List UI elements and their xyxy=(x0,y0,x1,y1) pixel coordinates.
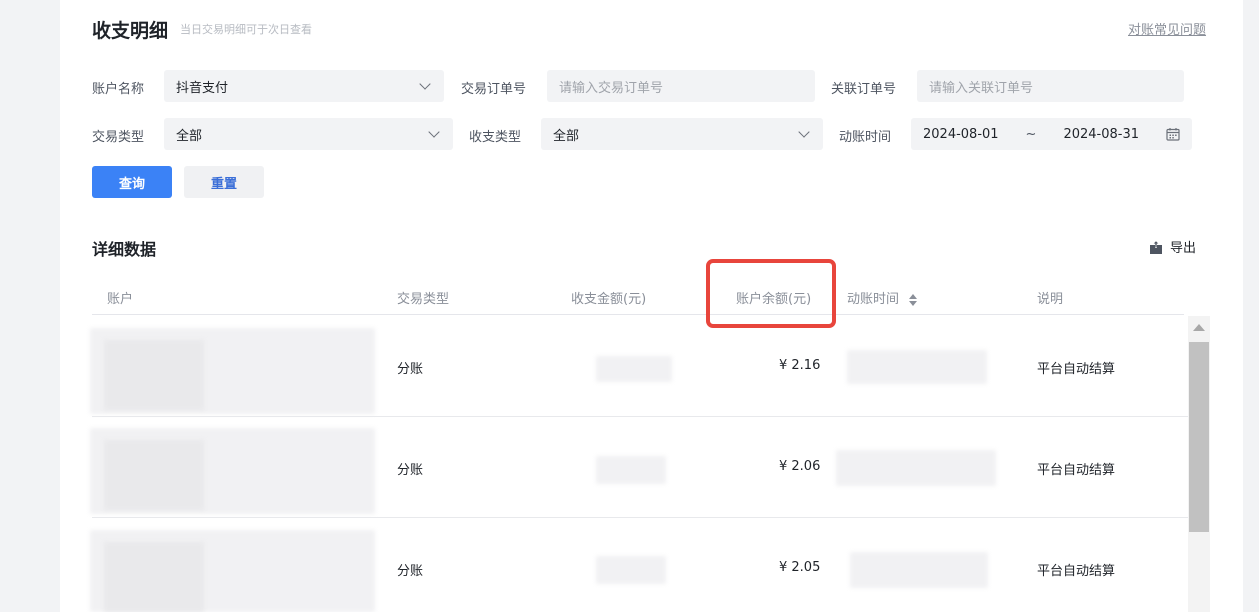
row-trade-type: 分账 xyxy=(397,362,424,377)
chevron-down-icon xyxy=(419,78,431,90)
column-header-note: 说明 xyxy=(1037,292,1064,307)
row-balance: ¥ 2.16 xyxy=(779,358,821,373)
time-label: 动账时间 xyxy=(839,130,892,145)
page-title: 收支明细 xyxy=(92,20,169,42)
redacted-amount xyxy=(596,556,666,584)
flow-type-label: 收支类型 xyxy=(469,130,522,145)
chevron-down-icon xyxy=(798,126,810,138)
row-divider xyxy=(92,416,1188,417)
row-trade-type: 分账 xyxy=(397,564,424,579)
row-note: 平台自动结算 xyxy=(1037,362,1116,377)
row-balance: ¥ 2.05 xyxy=(779,560,821,575)
trade-type-value: 全部 xyxy=(176,128,203,144)
account-name-label: 账户名称 xyxy=(92,82,145,97)
column-header-account: 账户 xyxy=(107,292,134,307)
row-note: 平台自动结算 xyxy=(1037,564,1116,579)
related-order-input[interactable]: 请输入关联订单号 xyxy=(917,70,1184,102)
details-section-title: 详细数据 xyxy=(92,240,157,259)
sort-icon[interactable] xyxy=(909,293,918,306)
export-icon xyxy=(1150,239,1162,254)
date-range-picker[interactable]: 2024-08-01 ~ 2024-08-31 xyxy=(911,118,1192,150)
redacted-time xyxy=(847,350,987,384)
redacted-account-detail xyxy=(104,340,204,410)
calendar-icon[interactable] xyxy=(1166,127,1180,141)
reset-button[interactable]: 重置 xyxy=(184,166,264,198)
trade-type-select[interactable]: 全部 xyxy=(164,118,453,150)
row-balance: ¥ 2.06 xyxy=(779,459,821,474)
account-name-select[interactable]: 抖音支付 xyxy=(164,70,444,102)
date-end[interactable]: 2024-08-31 xyxy=(1063,127,1139,142)
trade-order-placeholder: 请输入交易订单号 xyxy=(559,80,664,96)
related-order-label: 关联订单号 xyxy=(831,82,897,97)
column-header-amount: 收支金额(元) xyxy=(571,292,647,307)
export-label: 导出 xyxy=(1170,241,1197,256)
date-start[interactable]: 2024-08-01 xyxy=(923,127,999,142)
redacted-amount xyxy=(596,356,672,382)
faq-link[interactable]: 对账常见问题 xyxy=(1128,19,1206,38)
trade-order-input[interactable]: 请输入交易订单号 xyxy=(547,70,815,102)
table-scrollbar-thumb[interactable] xyxy=(1189,342,1209,532)
row-trade-type: 分账 xyxy=(397,463,424,478)
export-button[interactable]: 导出 xyxy=(1148,237,1196,256)
redacted-account-detail xyxy=(104,440,204,510)
column-header-trade-type: 交易类型 xyxy=(397,292,450,307)
column-header-time[interactable]: 动账时间 xyxy=(847,288,918,307)
redacted-account-detail xyxy=(104,542,204,612)
date-separator: ~ xyxy=(1025,126,1037,142)
flow-type-value: 全部 xyxy=(553,128,580,144)
redacted-amount xyxy=(596,456,666,484)
highlight-annotation-box xyxy=(706,259,836,328)
row-divider xyxy=(92,517,1188,518)
related-order-placeholder: 请输入关联订单号 xyxy=(929,80,1034,96)
chevron-down-icon xyxy=(428,126,440,138)
query-button[interactable]: 查询 xyxy=(92,166,172,198)
table-header-divider xyxy=(92,314,1184,315)
scroll-up-icon[interactable] xyxy=(1193,324,1205,331)
flow-type-select[interactable]: 全部 xyxy=(541,118,823,150)
trade-order-label: 交易订单号 xyxy=(461,82,527,97)
page-subtitle: 当日交易明细可于次日查看 xyxy=(180,23,312,36)
account-name-value: 抖音支付 xyxy=(176,80,229,96)
redacted-time xyxy=(836,450,996,486)
trade-type-label: 交易类型 xyxy=(92,130,145,145)
column-header-time-label: 动账时间 xyxy=(847,292,900,307)
row-note: 平台自动结算 xyxy=(1037,463,1116,478)
redacted-time xyxy=(850,552,988,588)
